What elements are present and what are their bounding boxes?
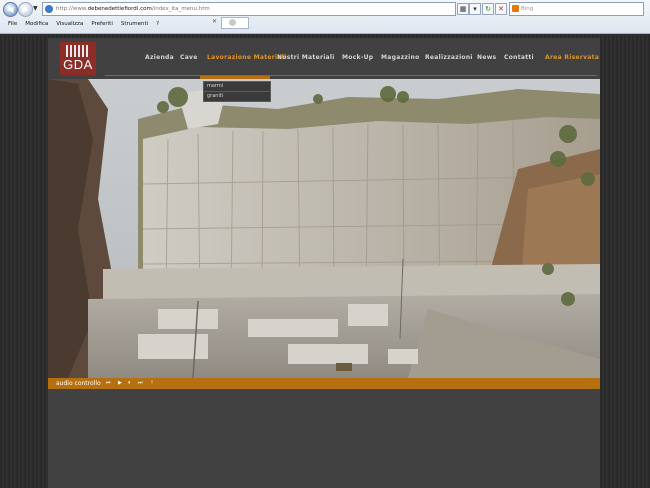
forward-arrow-icon[interactable]: ▶: [18, 2, 33, 17]
submenu-item-graniti[interactable]: graniti: [204, 91, 270, 101]
search-input[interactable]: Bing: [509, 2, 644, 16]
search-placeholder: Bing: [521, 6, 534, 12]
audio-next-icon[interactable]: ⏭: [138, 378, 143, 389]
menu-visualizza[interactable]: Visualizza: [56, 17, 83, 32]
menu-help[interactable]: ?: [156, 17, 159, 32]
submenu-lavorazione: marmi graniti: [203, 81, 271, 102]
tab-favicon-icon: [229, 19, 236, 26]
nav-cave[interactable]: Cave: [180, 54, 198, 61]
menu-file[interactable]: File: [8, 17, 17, 32]
address-bar[interactable]: http://www.debenedettiefiordi.com/index_…: [42, 2, 456, 16]
nav-azienda[interactable]: Azienda: [145, 54, 174, 61]
site-panel: GDA Azienda Cave Lavorazione Materiali N…: [48, 38, 600, 488]
submenu-item-marmi[interactable]: marmi: [204, 82, 270, 91]
page-favicon-icon: [45, 5, 53, 13]
nav-lavorazione-materiali[interactable]: Lavorazione Materiali: [207, 54, 286, 61]
url-host: debenedettiefiordi.com: [87, 6, 152, 12]
menu-strumenti[interactable]: Strumenti: [121, 17, 148, 32]
history-dropdown-icon[interactable]: ▼: [33, 5, 38, 12]
nav-divider: [105, 75, 597, 76]
audio-prev-icon[interactable]: ⏮: [106, 378, 111, 389]
audio-bar: audio controllo ⏮ ▶ ⏸ ⏭ !: [48, 378, 600, 389]
page-background: GDA Azienda Cave Lavorazione Materiali N…: [0, 34, 650, 488]
logo-text: GDA: [63, 57, 93, 72]
back-arrow-icon[interactable]: ◀: [3, 2, 18, 17]
gda-logo[interactable]: GDA: [60, 42, 96, 75]
stop-icon[interactable]: ✕: [495, 3, 507, 15]
compatibility-view-icon[interactable]: ▦: [457, 3, 469, 15]
menu-modifica[interactable]: Modifica: [25, 17, 48, 32]
nav-area-riservata[interactable]: Area Riservata: [545, 54, 599, 61]
nav-nostri-materiali[interactable]: Nostri Materiali: [277, 54, 335, 61]
close-tab-icon[interactable]: ✕: [212, 18, 217, 25]
quarry-photo: [48, 79, 600, 378]
menu-bar: File Modifica Visualizza Preferiti Strumenti…: [0, 17, 200, 32]
menu-preferiti[interactable]: Preferiti: [91, 17, 113, 32]
logo-columns-icon: [66, 45, 90, 57]
nav-realizzazioni[interactable]: Realizzazioni: [425, 54, 473, 61]
browser-tab[interactable]: [221, 17, 249, 29]
nav-news[interactable]: News: [477, 54, 496, 61]
audio-label: audio controllo: [56, 380, 101, 387]
address-dropdown-icon[interactable]: ▾: [469, 3, 481, 15]
audio-pause-icon[interactable]: ⏸: [128, 378, 131, 389]
url-path: /index_ita_menu.htm: [151, 6, 210, 12]
audio-info-icon[interactable]: !: [151, 378, 153, 389]
audio-play-icon[interactable]: ▶: [118, 378, 122, 389]
quarry-hero-image: [48, 79, 600, 378]
browser-chrome: ◀ ▶ ▼ http://www.debenedettiefiordi.com/…: [0, 0, 650, 34]
bing-icon: [512, 5, 519, 12]
nav-contatti[interactable]: Contatti: [504, 54, 534, 61]
nav-magazzino[interactable]: Magazzino: [381, 54, 420, 61]
url-prefix: http://www.: [56, 6, 88, 12]
refresh-icon[interactable]: ↻: [482, 3, 494, 15]
nav-mock-up[interactable]: Mock-Up: [342, 54, 373, 61]
